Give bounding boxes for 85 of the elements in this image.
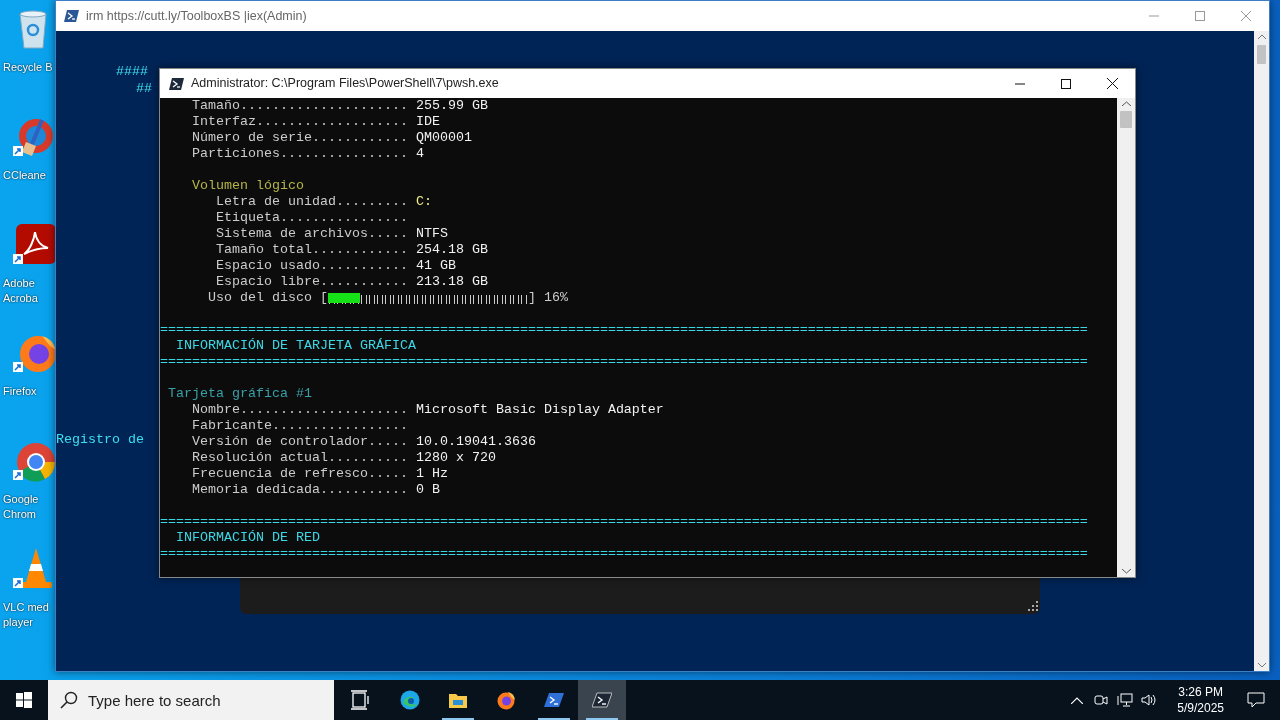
field-label: Tamaño total............ (216, 242, 408, 258)
icon-label: Recycle B (2, 60, 53, 75)
field-value: IDE (415, 114, 440, 130)
field-label: Memoria dedicada........... (192, 482, 408, 498)
window-title: irm https://cutt.ly/ToolboxBS |iex(Admin) (86, 7, 307, 25)
field-value: 4 (415, 146, 424, 162)
icon-label: Acroba (2, 291, 38, 306)
window-title: Administrator: C:\Program Files\PowerShell\7\pwsh.exe (191, 75, 499, 93)
document-app-icon[interactable] (12, 224, 58, 266)
field-value: 41 GB (415, 258, 456, 274)
windows-logo-icon (16, 692, 32, 708)
field-value: 1280 x 720 (415, 450, 496, 466)
section-heading: INFORMACIÓN DE TARJETA GRÁFICA (176, 338, 416, 354)
field-label: Tamaño..................... (192, 98, 408, 114)
group-heading: Volumen lógico (192, 178, 304, 194)
powershell-icon (544, 690, 564, 710)
field-value: 1 Hz (415, 466, 448, 482)
field-label: Fabricante................. (192, 418, 408, 434)
field-label: Uso del disco (208, 290, 312, 306)
field-value: 213.18 GB (415, 274, 488, 290)
maximize-icon (1061, 78, 1071, 89)
separator-line: ==================================================================================================================== (160, 546, 1088, 562)
section-heading: INFORMACIÓN DE RED (176, 530, 320, 546)
icon-label: Google (2, 492, 39, 507)
separator-line: ==================================================================================================================== (160, 322, 1088, 338)
scroll-thumb[interactable] (1257, 45, 1266, 64)
field-value: Microsoft Basic Display Adapter (415, 402, 664, 418)
percent-text: 16% (543, 290, 568, 306)
field-label: Espacio usado........... (216, 258, 408, 274)
scroll-thumb[interactable] (1120, 111, 1132, 128)
close-icon (1241, 11, 1251, 21)
powershell-icon (64, 9, 80, 23)
icon-label: Firefox (2, 384, 37, 399)
separator-line: ==================================================================================================================== (160, 354, 1088, 370)
console-text: Registro de (56, 431, 144, 448)
scroll-down-icon[interactable] (1257, 663, 1266, 668)
field-label: Sistema de archivos..... (216, 226, 408, 242)
task-view-icon (350, 690, 370, 710)
maximize-icon (1195, 11, 1205, 21)
wave-browser-icon (400, 690, 420, 710)
field-label: Interfaz................... (192, 114, 408, 130)
bracket: ] (527, 290, 536, 306)
group-heading: Tarjeta gráfica #1 (168, 386, 312, 402)
browser-icon[interactable] (12, 440, 58, 482)
icon-label: Adobe (2, 276, 35, 291)
date-text: 5/9/2025 (1177, 700, 1224, 716)
scroll-down-icon[interactable] (1121, 569, 1131, 574)
field-value: 255.99 GB (415, 98, 488, 114)
search-field[interactable]: Type here to search (48, 680, 334, 720)
console-text: ## (136, 80, 152, 97)
field-label: Espacio libre........... (216, 274, 408, 290)
icon-label: VLC med (2, 600, 49, 615)
separator-line: ==================================================================================================================== (160, 514, 1088, 530)
scroll-up-icon[interactable] (1257, 34, 1266, 39)
field-label: Particiones................ (192, 146, 408, 162)
scrollbar[interactable] (1117, 98, 1135, 577)
scrollbar[interactable] (1254, 31, 1269, 671)
terminal-icon (592, 690, 612, 710)
powershell-icon (169, 76, 185, 91)
field-value: QM00001 (415, 130, 472, 146)
field-label: Nombre..................... (192, 402, 408, 418)
scroll-up-icon[interactable] (1121, 101, 1131, 106)
resize-grip-icon[interactable] (1028, 601, 1038, 611)
field-label: Letra de unidad......... (216, 194, 408, 210)
field-label: Resolución actual.......... (192, 450, 408, 466)
field-label: Número de serie............ (192, 130, 408, 146)
field-label: Versión de controlador..... (192, 434, 408, 450)
field-label: Frecuencia de refresco..... (192, 466, 408, 482)
taskbar-app-button[interactable] (578, 680, 626, 720)
field-value: C: (415, 194, 432, 210)
search-icon (60, 691, 78, 709)
icon-label: Chrom (2, 507, 36, 522)
close-icon (1106, 78, 1118, 89)
icon-label: player (2, 615, 33, 630)
field-value: 254.18 GB (415, 242, 488, 258)
icon-label: CCleane (2, 168, 46, 183)
field-label: Etiqueta................ (216, 210, 408, 226)
fox-browser-icon (496, 690, 516, 710)
time-text: 3:26 PM (1178, 684, 1223, 700)
console-text: #### (116, 63, 148, 80)
field-value: 0 B (415, 482, 440, 498)
bracket: [ (319, 290, 328, 306)
field-value: NTFS (415, 226, 448, 242)
clock[interactable]: 3:26 PM 5/9/2025 (1169, 684, 1232, 716)
field-value: 10.0.19041.3636 (415, 434, 536, 450)
